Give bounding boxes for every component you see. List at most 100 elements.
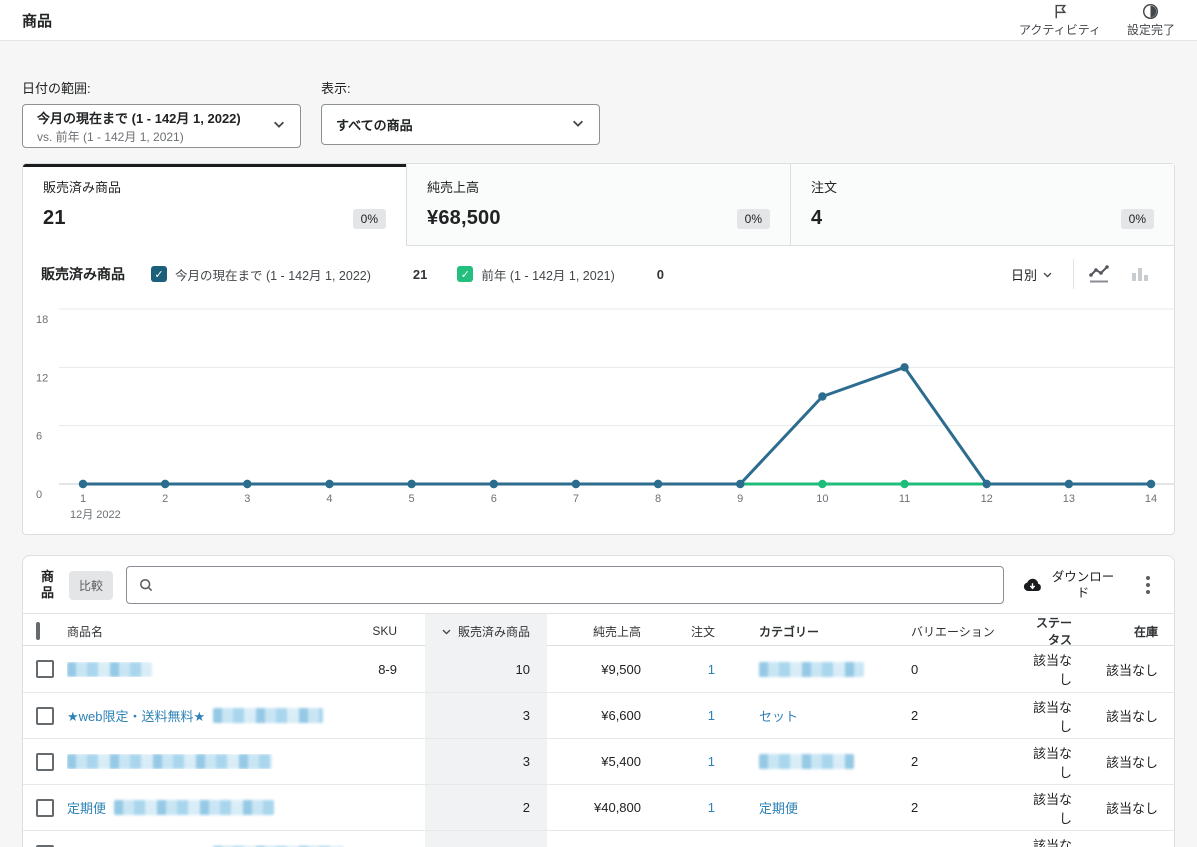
product-name-text: 定期便 — [67, 798, 106, 817]
orders-link[interactable]: 1 — [657, 754, 731, 769]
col-header-orders[interactable]: 注文 — [657, 623, 731, 640]
col-header-status[interactable]: ステータス — [1026, 614, 1086, 648]
table-row: ★web限定・送料無料★2¥4,2001セット2該当なし該当なし — [23, 830, 1174, 847]
svg-text:5: 5 — [409, 493, 415, 505]
orders-link[interactable]: 1 — [657, 800, 731, 815]
col-header-inventory[interactable]: 在庫 — [1086, 623, 1175, 640]
activity-button[interactable]: アクティビティ — [1019, 3, 1101, 38]
sold-cell: 3 — [425, 739, 547, 784]
metric-value: 21 — [43, 207, 66, 230]
half-circle-icon — [1142, 3, 1159, 20]
category-link[interactable]: セット — [759, 709, 798, 724]
col-header-sold[interactable]: 販売済み商品 — [425, 614, 547, 648]
date-range-primary: 今月の現在まで (1 - 142月 1, 2022) — [37, 108, 264, 127]
chart-header: 販売済み商品 ✓ 今月の現在まで (1 - 142月 1, 2022) 21 ✓… — [23, 246, 1174, 299]
sold-cell: 2 — [425, 785, 547, 830]
col-header-net-sales[interactable]: 純売上高 — [547, 623, 657, 640]
table-row: 8-910¥9,50010該当なし該当なし — [23, 646, 1174, 692]
redacted-product-name — [213, 708, 323, 723]
net-sales-cell: ¥9,500 — [547, 662, 657, 677]
product-name-link[interactable] — [67, 662, 347, 677]
chevron-down-icon — [571, 116, 585, 133]
row-checkbox[interactable] — [36, 753, 54, 771]
legend-label: 前年 (1 - 142月 1, 2021) — [481, 265, 614, 284]
category-cell — [731, 662, 911, 677]
product-name-link[interactable] — [67, 754, 347, 769]
row-checkbox[interactable] — [36, 707, 54, 725]
svg-text:12: 12 — [981, 493, 993, 505]
net-sales-cell: ¥6,600 — [547, 708, 657, 723]
sales-line-chart: 181260123456789101112131412月 2022 — [23, 299, 1174, 525]
checkbox-cell — [23, 707, 67, 725]
date-range-secondary: vs. 前年 (1 - 142月 1, 2021) — [37, 128, 264, 145]
chevron-down-icon — [1042, 269, 1053, 280]
bar-chart-toggle[interactable] — [1120, 259, 1160, 289]
search-box[interactable] — [126, 566, 1004, 604]
line-chart-toggle[interactable] — [1078, 259, 1120, 289]
setup-status-button[interactable]: 設定完了 — [1127, 3, 1175, 38]
change-badge: 0% — [353, 209, 386, 229]
category-cell: 定期便 — [731, 798, 911, 817]
col-header-variations[interactable]: バリエーション — [911, 623, 1026, 640]
svg-text:4: 4 — [326, 493, 332, 505]
checkbox-cell — [23, 799, 67, 817]
metric-label: 注文 — [811, 177, 1154, 196]
download-button[interactable]: ダウンロード — [1023, 569, 1117, 602]
legend-previous-year[interactable]: ✓ 前年 (1 - 142月 1, 2021) 0 — [457, 265, 664, 284]
granularity-value: 日別 — [1011, 265, 1037, 284]
category-link[interactable]: 定期便 — [759, 801, 798, 816]
col-header-category[interactable]: カテゴリー — [731, 623, 911, 640]
granularity-select[interactable]: 日別 — [995, 265, 1069, 284]
status-cell: 該当なし — [1026, 697, 1086, 735]
table-header-row: 商品名 SKU 販売済み商品 純売上高 注文 カテゴリー バリエーション ステー… — [23, 613, 1174, 646]
row-checkbox[interactable] — [36, 799, 54, 817]
product-name-link[interactable]: ★web限定・送料無料★ — [67, 706, 347, 725]
chart-title: 販売済み商品 — [41, 264, 125, 284]
inventory-cell: 該当なし — [1086, 706, 1175, 725]
search-input[interactable] — [161, 578, 992, 593]
status-cell: 該当なし — [1026, 789, 1086, 827]
svg-text:7: 7 — [573, 493, 579, 505]
bar-chart-icon — [1130, 264, 1150, 284]
orders-link[interactable]: 1 — [657, 708, 731, 723]
legend-current-period[interactable]: ✓ 今月の現在まで (1 - 142月 1, 2022) 21 — [151, 265, 427, 284]
sold-cell: 3 — [425, 693, 547, 738]
tab-orders[interactable]: 注文 4 0% — [790, 164, 1174, 246]
variations-cell: 2 — [911, 754, 1026, 769]
display-select[interactable]: すべての商品 — [321, 104, 600, 145]
col-header-sku[interactable]: SKU — [347, 624, 425, 638]
svg-text:1: 1 — [80, 493, 86, 505]
orders-link[interactable]: 1 — [657, 662, 731, 677]
analytics-card: 販売済み商品 21 0% 純売上高 ¥68,500 0% 注文 4 0% — [22, 163, 1175, 535]
checkbox-checked-icon[interactable]: ✓ — [457, 266, 473, 282]
status-cell: 該当なし — [1026, 835, 1086, 847]
legend-value: 21 — [413, 267, 427, 282]
redacted-product-name — [67, 662, 152, 677]
kebab-icon[interactable] — [1136, 570, 1160, 600]
variations-cell: 2 — [911, 708, 1026, 723]
svg-text:8: 8 — [655, 493, 661, 505]
metric-label: 販売済み商品 — [43, 177, 386, 196]
redacted-product-name — [114, 800, 274, 815]
product-name-link[interactable]: 定期便 — [67, 798, 347, 817]
col-header-name[interactable]: 商品名 — [67, 623, 347, 640]
tab-net-sales[interactable]: 純売上高 ¥68,500 0% — [406, 164, 790, 246]
product-name-text: ★web限定・送料無料★ — [67, 706, 205, 725]
tab-products-sold[interactable]: 販売済み商品 21 0% — [23, 164, 406, 246]
date-range-select[interactable]: 今月の現在まで (1 - 142月 1, 2022) vs. 前年 (1 - 1… — [22, 104, 301, 148]
checkbox-checked-icon[interactable]: ✓ — [151, 266, 167, 282]
sku-cell: 8-9 — [347, 662, 425, 677]
activity-label: アクティビティ — [1019, 21, 1101, 38]
redacted-category — [759, 754, 854, 769]
compare-button[interactable]: 比較 — [69, 571, 113, 600]
metric-value: ¥68,500 — [427, 207, 501, 230]
sort-chevron-down-icon — [441, 626, 452, 637]
metric-value: 4 — [811, 207, 822, 230]
svg-text:11: 11 — [899, 493, 910, 505]
display-value: すべての商品 — [336, 115, 563, 134]
select-all-checkbox[interactable] — [36, 622, 40, 640]
status-cell: 該当なし — [1026, 650, 1086, 688]
category-cell — [731, 754, 911, 769]
row-checkbox[interactable] — [36, 660, 54, 678]
download-label: ダウンロード — [1049, 569, 1117, 602]
